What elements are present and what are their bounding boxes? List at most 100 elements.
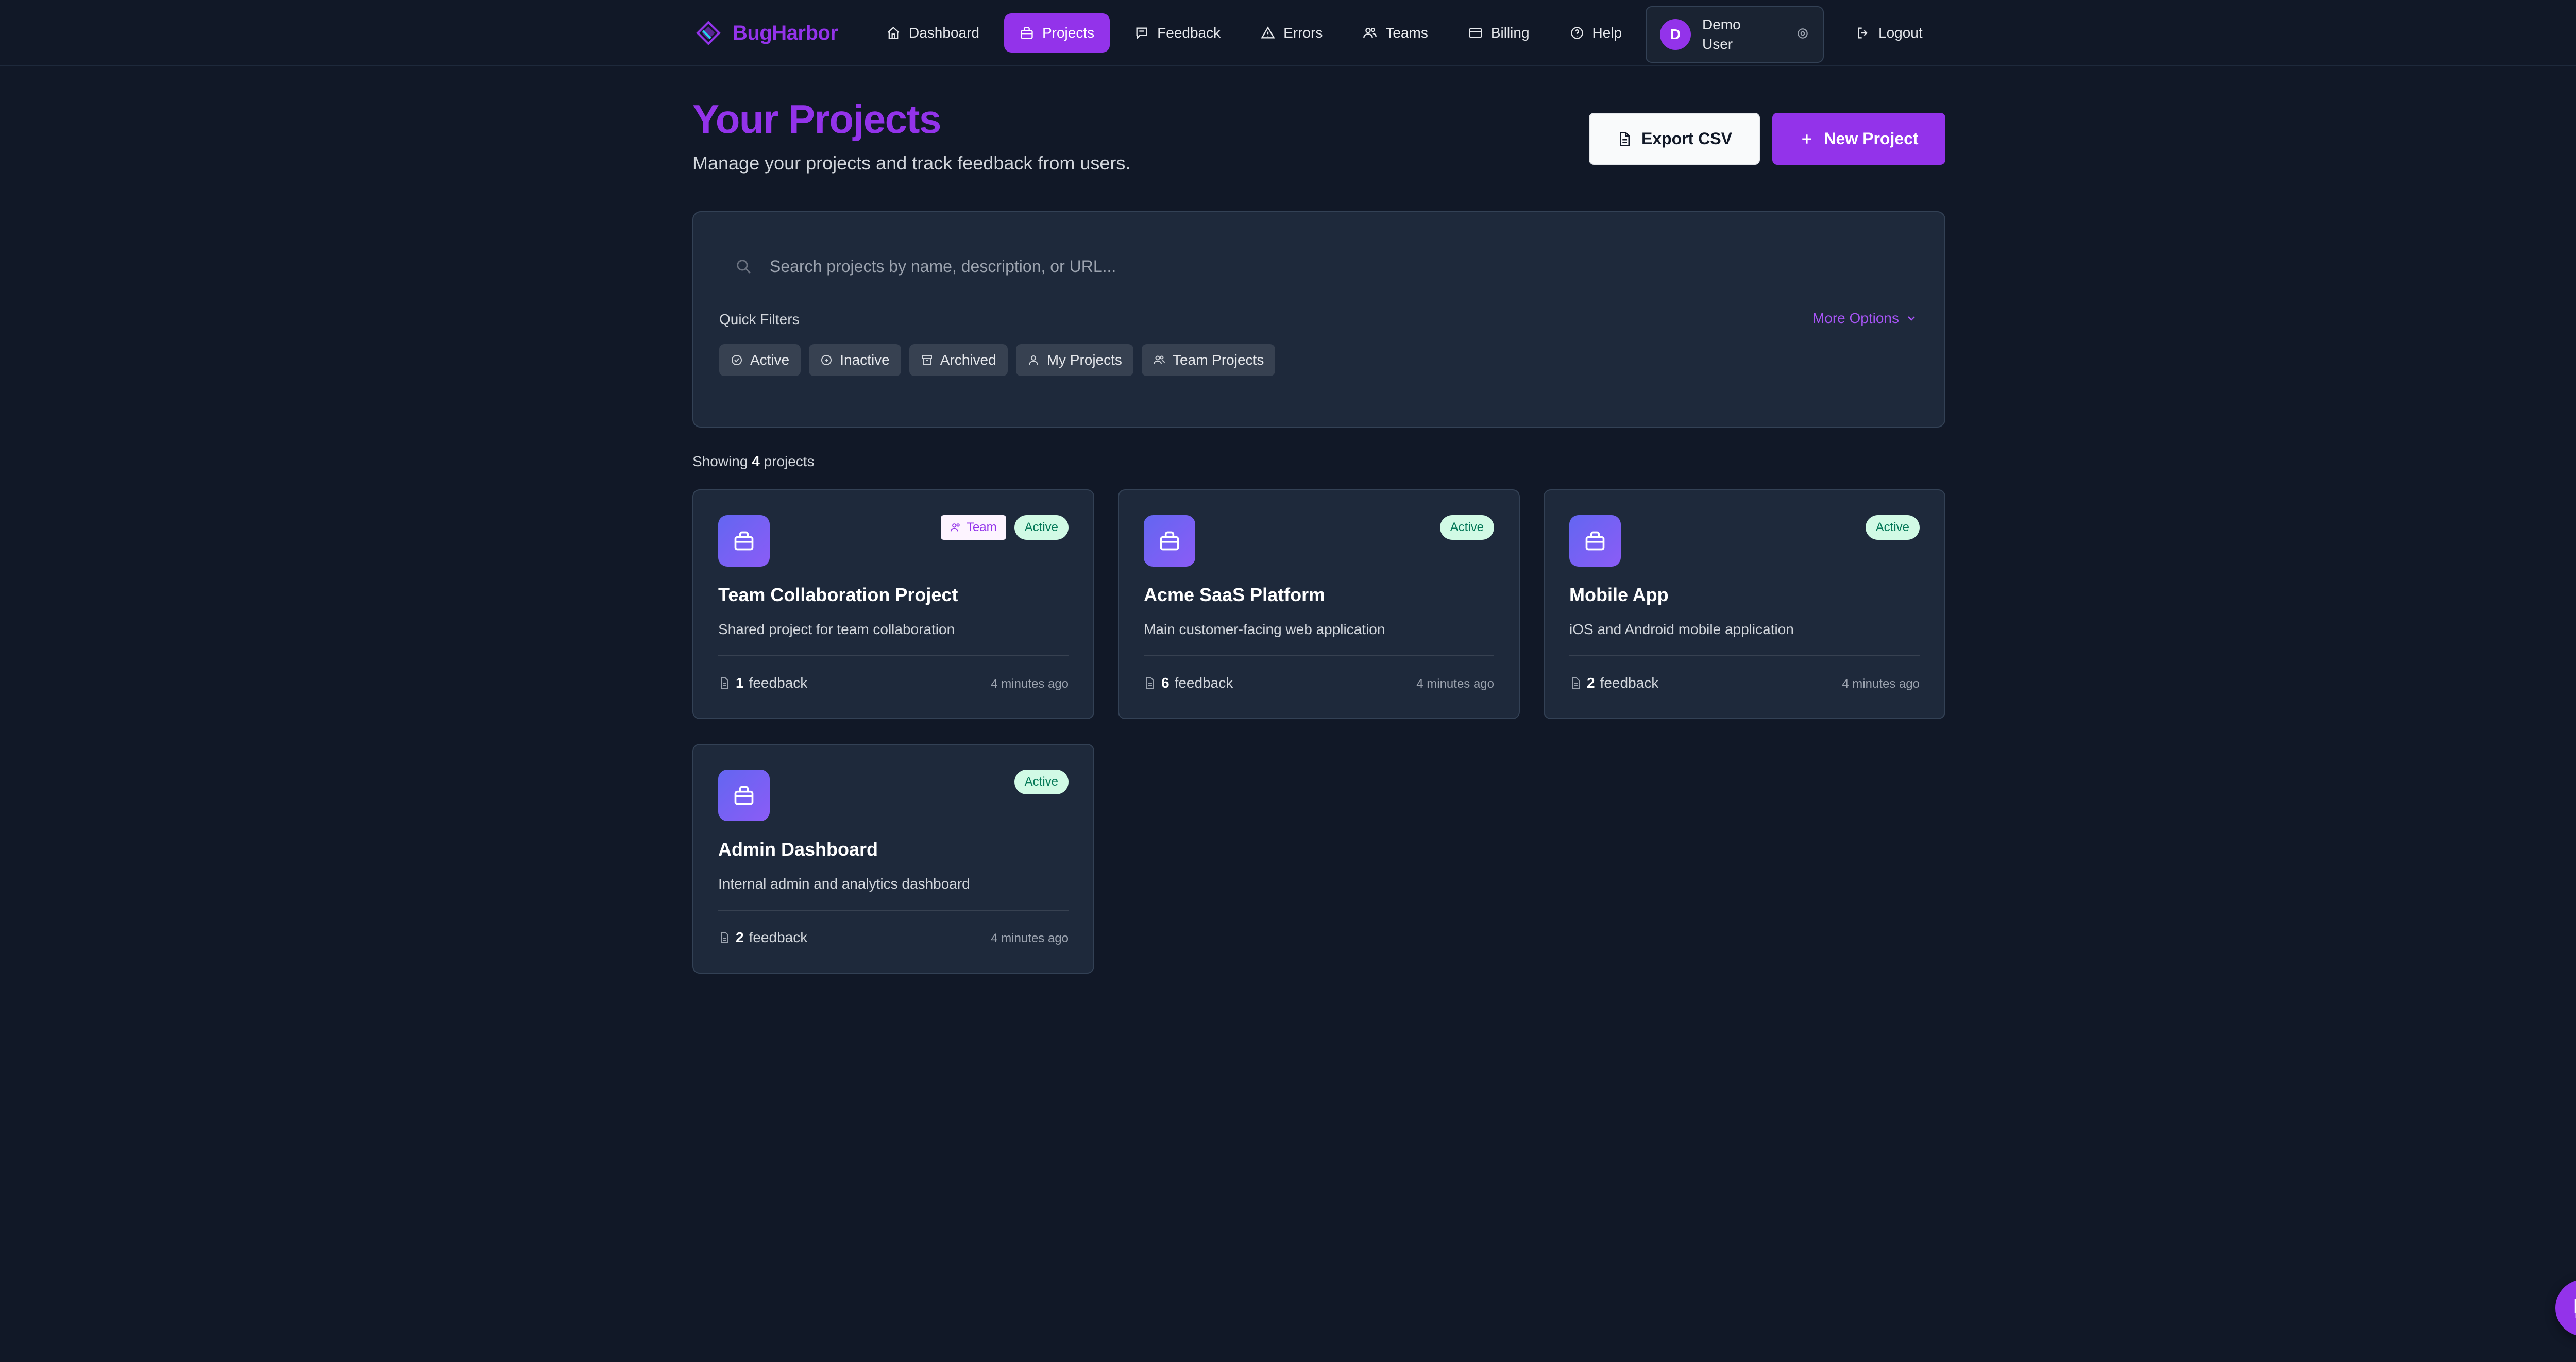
project-icon: [1144, 515, 1195, 567]
nav-item-teams[interactable]: Teams: [1347, 13, 1443, 53]
results-number: 4: [752, 453, 760, 469]
feedback-count: 1 feedback: [718, 675, 807, 691]
logout-button[interactable]: Logout: [1842, 13, 1936, 53]
project-badges: Team Active: [940, 515, 1069, 540]
feedback-number: 6: [1161, 675, 1170, 691]
new-project-button[interactable]: New Project: [1772, 113, 1945, 165]
users-icon: [950, 523, 960, 532]
nav-item-projects[interactable]: Projects: [1004, 13, 1110, 53]
team-badge-label: Team: [966, 520, 997, 534]
nav-item-label: Feedback: [1157, 25, 1221, 41]
filter-chip-archived[interactable]: Archived: [909, 344, 1008, 376]
results-count: Showing 4 projects: [692, 453, 815, 470]
chip-label: Archived: [940, 352, 996, 368]
project-icon: [1569, 515, 1621, 567]
project-card-acme-saas[interactable]: Active Acme SaaS Platform Main customer-…: [1118, 489, 1520, 719]
nav-item-label: Dashboard: [909, 25, 979, 41]
new-project-label: New Project: [1824, 129, 1919, 148]
project-card-mobile-app[interactable]: Active Mobile App iOS and Android mobile…: [1544, 489, 1945, 719]
logout-icon: [1858, 27, 1868, 39]
filter-chip-team-projects[interactable]: Team Projects: [1141, 344, 1276, 376]
feedback-count: 6 feedback: [1144, 675, 1233, 691]
team-badge: Team: [940, 515, 1006, 540]
chevron-down-icon: [1908, 316, 1915, 321]
nav-item-billing[interactable]: Billing: [1453, 13, 1545, 53]
updated-time: 4 minutes ago: [991, 931, 1069, 945]
project-description: Internal admin and analytics dashboard: [718, 876, 970, 892]
nav-item-dashboard[interactable]: Dashboard: [871, 13, 995, 53]
project-title: Acme SaaS Platform: [1144, 584, 1326, 605]
project-title: Team Collaboration Project: [718, 584, 958, 605]
chip-label: Team Projects: [1172, 352, 1264, 368]
nav-items: Dashboard Projects Feedback Errors Teams…: [871, 13, 1637, 53]
credit-card-icon: [1468, 28, 1482, 38]
feedback-label: feedback: [1174, 675, 1233, 691]
card-divider: [718, 655, 1069, 656]
feedback-label: feedback: [749, 929, 808, 945]
file-icon: [721, 932, 728, 943]
warning-icon: [1261, 26, 1275, 39]
brand-name: BugHarbor: [733, 21, 838, 44]
more-options-button[interactable]: More Options: [1812, 310, 1918, 327]
filter-chip-active[interactable]: Active: [719, 344, 801, 376]
nav-item-feedback[interactable]: Feedback: [1119, 13, 1236, 53]
updated-time: 4 minutes ago: [991, 677, 1069, 691]
card-divider: [1569, 655, 1920, 656]
status-badge: Active: [1014, 515, 1069, 540]
pause-circle-icon: [821, 355, 832, 365]
file-icon: [1146, 677, 1154, 689]
briefcase-icon: [1585, 531, 1605, 551]
nav-item-label: Help: [1592, 25, 1622, 41]
filter-panel: Quick Filters More Options Active Inacti…: [692, 211, 1945, 428]
feedback-number: 1: [736, 675, 744, 691]
project-description: iOS and Android mobile application: [1569, 621, 1794, 637]
user-menu[interactable]: D Demo User: [1646, 6, 1824, 63]
quick-filter-chips: Active Inactive Archived My Projects Tea…: [719, 344, 1276, 376]
more-options-label: More Options: [1812, 310, 1899, 326]
brand[interactable]: BugHarbor: [696, 19, 838, 47]
export-csv-button[interactable]: Export CSV: [1589, 113, 1760, 165]
project-card-admin-dashboard[interactable]: Active Admin Dashboard Internal admin an…: [692, 744, 1094, 974]
results-prefix: Showing: [692, 453, 748, 469]
chip-label: Active: [750, 352, 790, 368]
project-title: Admin Dashboard: [718, 839, 878, 860]
check-circle-icon: [732, 355, 742, 365]
users-icon: [1363, 28, 1377, 38]
search-bar[interactable]: [719, 238, 1920, 295]
project-card-team-collaboration[interactable]: Team Active Team Collaboration Project S…: [692, 489, 1094, 719]
settings-icon: [1798, 28, 1808, 39]
search-input[interactable]: [770, 246, 1920, 287]
nav-item-help[interactable]: Help: [1554, 13, 1638, 53]
logout-label: Logout: [1878, 25, 1923, 41]
home-icon: [887, 26, 900, 39]
user-settings-button[interactable]: [1796, 27, 1809, 43]
feedback-count: 2 feedback: [1569, 675, 1658, 691]
filter-chip-inactive[interactable]: Inactive: [809, 344, 901, 376]
file-icon: [1620, 131, 1630, 146]
user-name: Demo User: [1702, 16, 1741, 52]
message-icon: [1136, 27, 1147, 40]
project-icon: [718, 515, 770, 567]
nav-item-label: Projects: [1042, 25, 1095, 41]
results-suffix: projects: [764, 453, 815, 469]
feedback-number: 2: [736, 929, 744, 945]
avatar: D: [1660, 19, 1691, 50]
chip-label: Inactive: [840, 352, 890, 368]
file-icon: [721, 677, 728, 689]
feedback-label: feedback: [1600, 675, 1659, 691]
chat-icon: [2574, 1299, 2576, 1318]
feedback-number: 2: [1587, 675, 1595, 691]
updated-time: 4 minutes ago: [1416, 677, 1494, 691]
nav-item-errors[interactable]: Errors: [1245, 13, 1338, 53]
search-icon: [737, 260, 751, 274]
chat-button[interactable]: [2555, 1280, 2576, 1336]
nav-item-label: Errors: [1283, 25, 1323, 41]
page-title: Your Projects: [692, 96, 941, 142]
updated-time: 4 minutes ago: [1842, 677, 1920, 691]
briefcase-icon: [734, 531, 754, 551]
project-badges: Active: [1439, 515, 1494, 540]
filter-chip-my-projects[interactable]: My Projects: [1015, 344, 1133, 376]
nav-item-label: Teams: [1385, 25, 1428, 41]
diamond-logo-icon: [696, 21, 721, 45]
chip-label: My Projects: [1046, 352, 1122, 368]
